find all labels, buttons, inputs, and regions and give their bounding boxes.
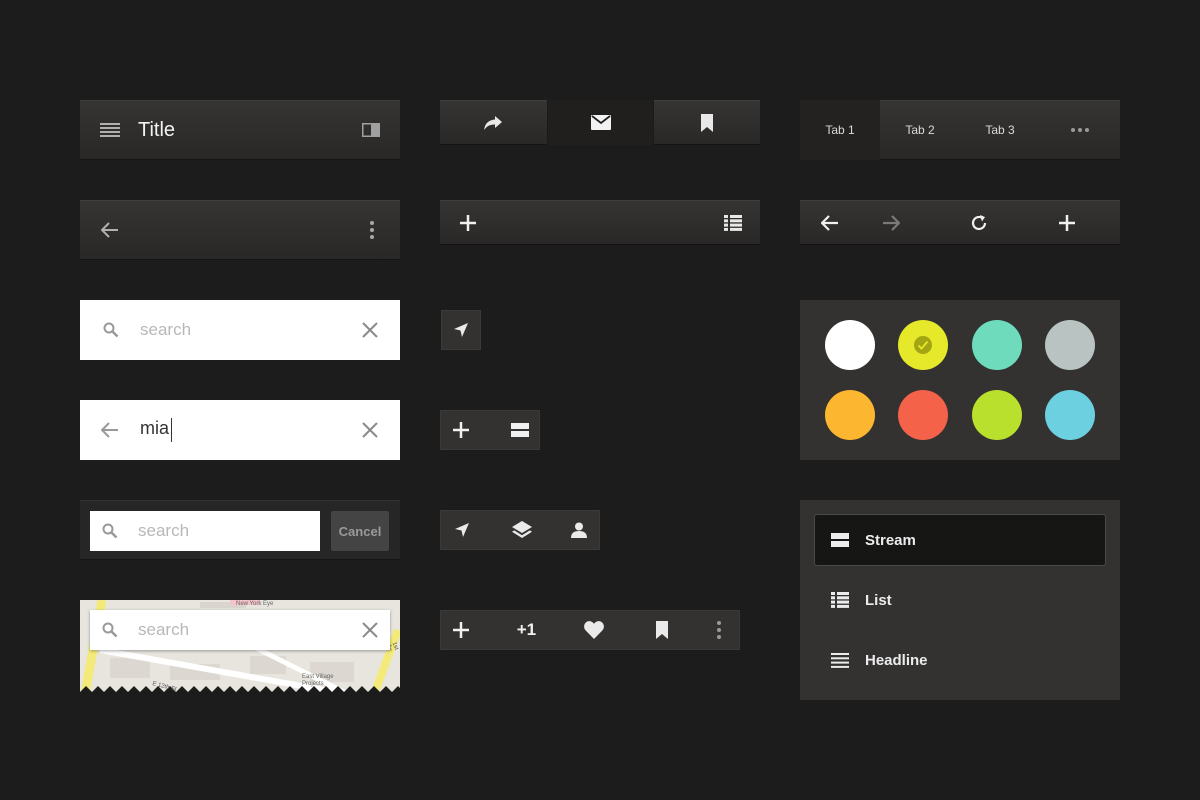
refresh-icon[interactable] [954,200,1004,245]
mail-icon [590,115,611,130]
action-toolbar [440,200,760,245]
tab-2[interactable]: Tab 2 [880,100,960,160]
map-label: East Village [302,674,334,680]
color-swatch[interactable] [898,320,948,370]
arrow-right-icon [866,200,916,245]
search-icon [102,622,118,638]
stream-icon [831,533,849,547]
map-label: New York Eye [236,601,274,607]
color-swatch[interactable] [898,390,948,440]
locate-button[interactable] [441,310,481,350]
check-icon [914,336,932,354]
more-vertical-icon[interactable] [699,610,739,650]
bookmark-icon [701,113,714,132]
share-button[interactable] [440,100,547,145]
plus-icon[interactable] [1042,200,1092,245]
mail-button[interactable] [546,100,654,145]
list-view-icon[interactable] [724,214,742,231]
bookmark-button[interactable] [653,100,760,145]
arrow-left-icon[interactable] [100,222,120,238]
search-input[interactable]: search [140,320,191,340]
menu-item-list[interactable]: List [814,574,1106,626]
map-search-field[interactable]: search [90,610,390,650]
search-input[interactable]: search [138,521,189,541]
color-swatch[interactable] [1045,320,1095,370]
menu-item-label: List [865,591,892,609]
back-toolbar [80,200,400,260]
plus-icon[interactable] [441,610,481,650]
plus-icon[interactable] [441,410,480,450]
close-icon[interactable] [362,322,378,338]
menu-item-stream[interactable]: Stream [814,514,1106,566]
plus-one-button[interactable]: +1 [507,610,547,650]
menu-item-label: Stream [865,531,916,549]
search-field[interactable]: search [90,511,320,551]
view-mode-menu: Stream List Headline [800,500,1120,700]
color-swatch[interactable] [825,320,875,370]
color-swatch[interactable] [825,390,875,440]
color-swatch[interactable] [1045,390,1095,440]
search-bar-active: mia [80,400,400,460]
color-swatch[interactable] [972,320,1022,370]
text-caret [171,418,173,442]
layers-icon[interactable] [502,510,542,550]
bookmark-icon[interactable] [642,610,682,650]
segmented-toolbar [440,100,760,145]
search-icon [102,523,118,539]
search-icon [102,322,120,338]
cancel-button[interactable]: Cancel [331,511,389,551]
sidebar-panel-icon[interactable] [362,123,380,137]
stream-icon[interactable] [500,410,539,450]
search-query: mia [140,418,170,439]
tab-bar: Tab 1 Tab 2 Tab 3 [800,100,1120,160]
heart-icon[interactable] [574,610,614,650]
arrow-left-icon[interactable] [800,200,860,245]
person-icon[interactable] [559,510,599,550]
more-vertical-icon[interactable] [370,221,374,239]
browser-nav-bar [800,200,1120,245]
app-title-bar: Title [80,100,400,160]
color-swatch[interactable] [972,390,1022,440]
close-icon[interactable] [362,422,378,438]
menu-item-headline[interactable]: Headline [814,634,1106,686]
tab-1[interactable]: Tab 1 [800,100,880,160]
arrow-left-icon[interactable] [101,422,119,438]
page-title: Title [138,118,176,141]
hamburger-icon[interactable] [100,120,120,140]
search-input[interactable]: mia [140,418,173,442]
map-view[interactable]: New York Eye E 12th St East Village Proj… [80,600,400,700]
social-actions-toolbar: +1 [440,610,740,650]
close-icon[interactable] [362,622,378,638]
map-controls-toolbar [440,510,600,550]
map-label: Projects [302,681,324,687]
color-palette [800,300,1120,460]
list-view-icon [831,592,849,608]
plus-icon[interactable] [460,214,476,231]
search-input[interactable]: search [138,620,189,640]
share-icon [484,115,503,130]
more-horizontal-icon[interactable] [1040,100,1120,160]
menu-item-label: Headline [865,651,928,669]
navigation-arrow-icon[interactable] [442,510,482,550]
headline-icon [831,652,849,668]
plus-stream-toolbar [440,410,540,450]
navigation-arrow-icon [454,323,468,337]
search-bar: search [80,300,400,360]
tab-3[interactable]: Tab 3 [960,100,1040,160]
search-with-cancel: search Cancel [80,500,400,560]
